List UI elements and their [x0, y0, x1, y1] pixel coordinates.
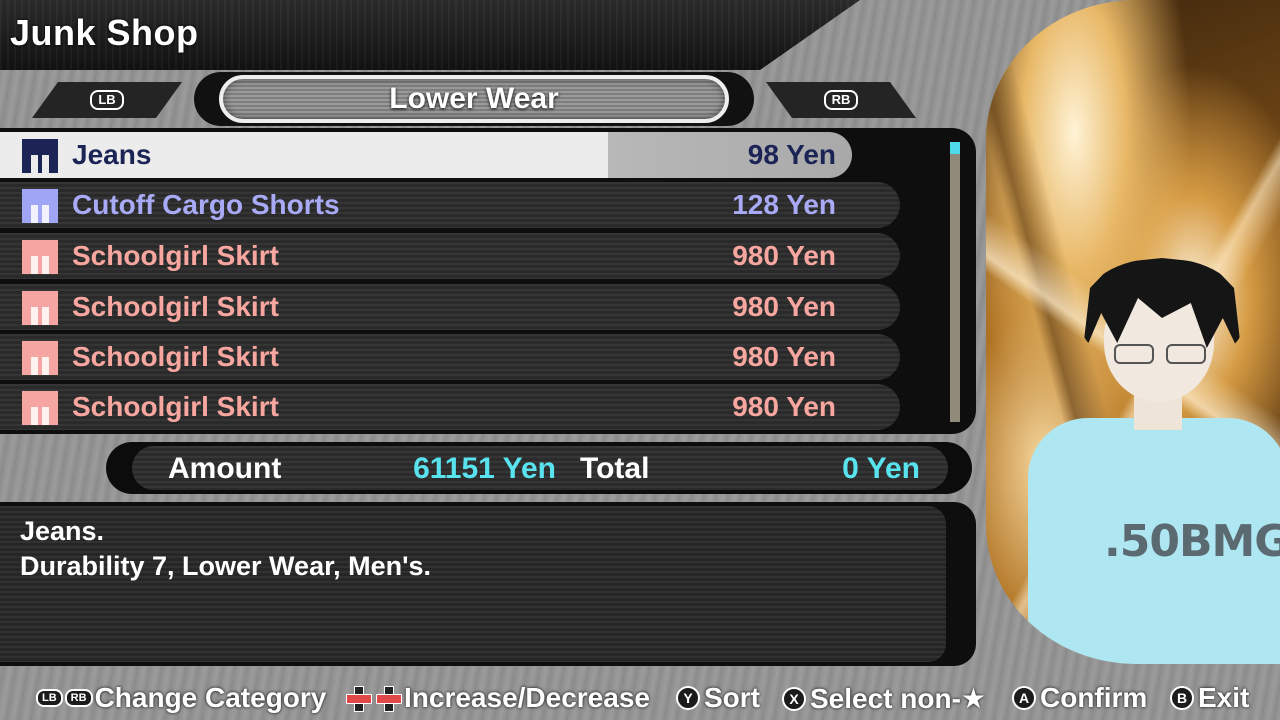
item-price: 980 Yen: [732, 240, 836, 271]
list-scrollbar[interactable]: [950, 142, 960, 422]
list-item[interactable]: Schoolgirl Skirt 980 Yen: [0, 334, 900, 380]
dpad-left-icon: [344, 684, 372, 712]
rb-icon: RB: [64, 689, 93, 707]
hint-confirm[interactable]: A Confirm: [1012, 682, 1147, 714]
b-button-icon: B: [1170, 686, 1194, 710]
hint-label: Exit: [1198, 682, 1250, 713]
item-name: Schoolgirl Skirt: [72, 291, 279, 322]
shirt-print: .50BMG: [1104, 516, 1280, 567]
hint-select-non-star[interactable]: X Select non-★: [782, 682, 986, 715]
scrollbar-thumb[interactable]: [950, 142, 960, 154]
item-name: Jeans: [72, 139, 152, 170]
character-portrait: .50BMG: [986, 0, 1280, 664]
description-box: Jeans. Durability 7, Lower Wear, Men's.: [0, 506, 946, 662]
pants-icon: [22, 341, 58, 375]
item-list: Jeans 98 Yen Cutoff Cargo Shorts 128 Yen…: [0, 128, 976, 434]
hint-change-category[interactable]: LB RB Change Category: [36, 682, 326, 714]
list-item[interactable]: Schoolgirl Skirt 980 Yen: [0, 384, 900, 430]
item-description: Jeans. Durability 7, Lower Wear, Men's.: [0, 502, 976, 666]
hint-label: Increase/Decrease: [404, 682, 650, 713]
list-item[interactable]: Schoolgirl Skirt 980 Yen: [0, 233, 900, 279]
category-selector[interactable]: Lower Wear: [194, 72, 754, 126]
pants-icon: [22, 291, 58, 325]
item-name: Schoolgirl Skirt: [72, 341, 279, 372]
a-button-icon: A: [1012, 686, 1036, 710]
y-button-icon: Y: [676, 686, 700, 710]
item-name: Cutoff Cargo Shorts: [72, 189, 340, 220]
item-price: 980 Yen: [732, 291, 836, 322]
description-line: Durability 7, Lower Wear, Men's.: [20, 551, 432, 581]
lb-icon: LB: [90, 90, 123, 110]
list-item[interactable]: Jeans 98 Yen: [0, 132, 852, 178]
rb-icon: RB: [824, 90, 859, 110]
money-summary: Amount 61151 Yen Total 0 Yen: [106, 442, 972, 494]
item-price: 980 Yen: [732, 391, 836, 422]
list-item[interactable]: Schoolgirl Skirt 980 Yen: [0, 284, 900, 330]
hint-sort[interactable]: Y Sort: [676, 682, 760, 714]
hint-label: Sort: [704, 682, 760, 713]
money-summary-inner: Amount 61151 Yen Total 0 Yen: [132, 446, 948, 490]
pants-icon: [22, 240, 58, 274]
item-price: 98 Yen: [747, 139, 836, 170]
list-item[interactable]: Cutoff Cargo Shorts 128 Yen: [0, 182, 900, 228]
pants-icon: [22, 189, 58, 223]
lb-icon: LB: [36, 689, 63, 707]
total-value: 0 Yen: [842, 452, 920, 485]
item-name: Schoolgirl Skirt: [72, 240, 279, 271]
hint-exit[interactable]: B Exit: [1170, 682, 1249, 714]
total-label: Total: [580, 452, 650, 485]
hint-increase-decrease[interactable]: Increase/Decrease: [344, 682, 650, 714]
item-price: 980 Yen: [732, 341, 836, 372]
item-name: Schoolgirl Skirt: [72, 391, 279, 422]
amount-value: 61151 Yen: [413, 452, 556, 485]
hint-label: Select non-★: [810, 683, 987, 714]
pants-icon: [22, 139, 58, 173]
glasses-icon: [1114, 344, 1206, 364]
item-price: 128 Yen: [732, 189, 836, 220]
description-line: Jeans.: [20, 516, 105, 546]
x-button-icon: X: [782, 686, 806, 711]
prev-category-button[interactable]: LB: [32, 82, 182, 118]
hint-label: Confirm: [1040, 682, 1148, 713]
button-hints: LB RB Change Category Increase/Decrease …: [0, 680, 1280, 720]
category-pill: Lower Wear: [219, 75, 729, 123]
next-category-button[interactable]: RB: [766, 82, 916, 118]
shop-title: Junk Shop: [10, 12, 199, 53]
dpad-right-icon: [374, 684, 402, 712]
hint-label: Change Category: [94, 682, 327, 713]
amount-label: Amount: [168, 452, 282, 485]
pants-icon: [22, 391, 58, 425]
category-label: Lower Wear: [389, 82, 559, 115]
